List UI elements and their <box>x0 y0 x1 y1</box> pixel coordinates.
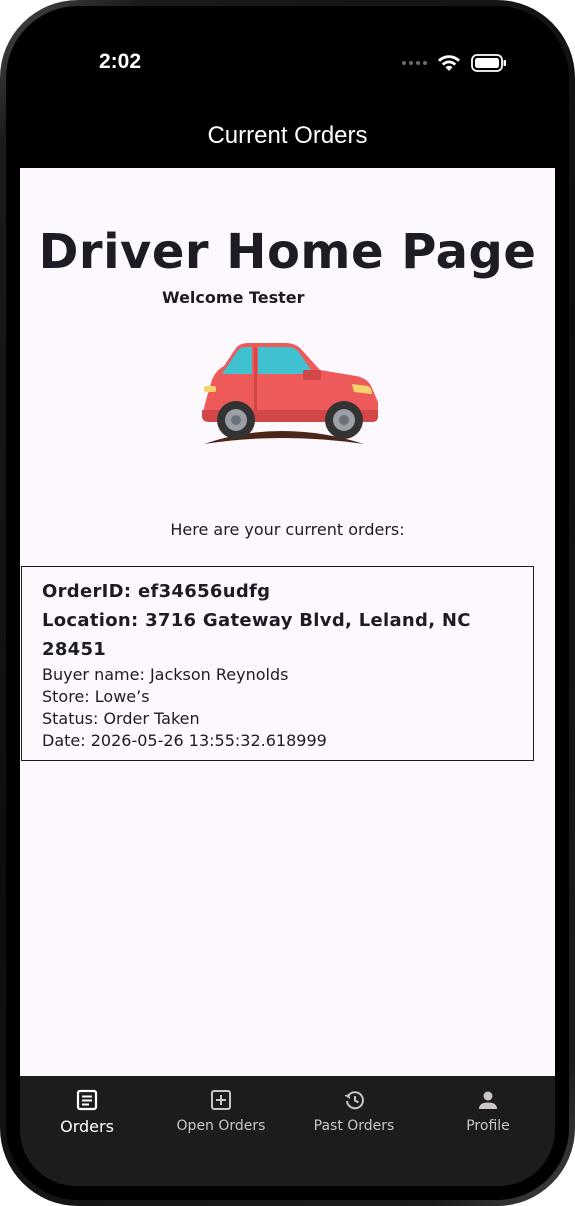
welcome-text: Welcome Tester <box>162 288 305 307</box>
order-location: Location: 3716 Gateway Blvd, Leland, NC … <box>42 610 471 660</box>
nav-item-profile[interactable]: Profile <box>421 1088 555 1134</box>
status-icons <box>401 52 507 74</box>
phone-screen: 2:02 Current Orders Driver Home Page Wel… <box>20 20 555 1186</box>
nav-label-orders: Orders <box>60 1117 114 1136</box>
person-icon <box>479 1091 497 1109</box>
nav-item-past-orders[interactable]: Past Orders <box>287 1088 421 1134</box>
battery-icon <box>471 54 506 72</box>
add-box-icon <box>211 1090 231 1110</box>
page-title: Current Orders <box>207 122 368 149</box>
cellular-icon <box>402 61 427 65</box>
red-car-icon <box>202 343 378 444</box>
orders-intro: Here are your current orders: <box>170 520 405 539</box>
order-store: Store: Lowe’s <box>42 687 150 706</box>
status-bar: 2:02 <box>20 20 555 110</box>
order-buyer: Buyer name: Jackson Reynolds <box>42 665 289 684</box>
nav-label-profile: Profile <box>466 1118 510 1134</box>
bottom-navigation: Orders Open Orders Past Orders Profile <box>20 1076 555 1186</box>
wifi-icon <box>438 55 460 71</box>
phone-frame: 2:02 Current Orders Driver Home Page Wel… <box>0 0 575 1206</box>
status-time: 2:02 <box>99 50 142 73</box>
history-icon <box>344 1091 364 1110</box>
app-bar: Current Orders <box>20 110 555 168</box>
order-date: Date: 2026-05-26 13:55:32.618999 <box>42 731 327 750</box>
orders-icon <box>76 1089 98 1111</box>
nav-item-open-orders[interactable]: Open Orders <box>154 1088 288 1134</box>
home-heading: Driver Home Page <box>38 224 537 280</box>
nav-item-orders[interactable]: Orders <box>20 1088 154 1136</box>
nav-label-past-orders: Past Orders <box>313 1118 395 1134</box>
order-status: Status: Order Taken <box>42 709 200 728</box>
order-card[interactable]: OrderID: ef34656udfg Location: 3716 Gate… <box>21 566 534 761</box>
main-content: Driver Home Page Welcome Tester Here are… <box>20 168 555 1076</box>
order-id: OrderID: ef34656udfg <box>42 581 271 602</box>
nav-label-open-orders: Open Orders <box>176 1118 266 1134</box>
